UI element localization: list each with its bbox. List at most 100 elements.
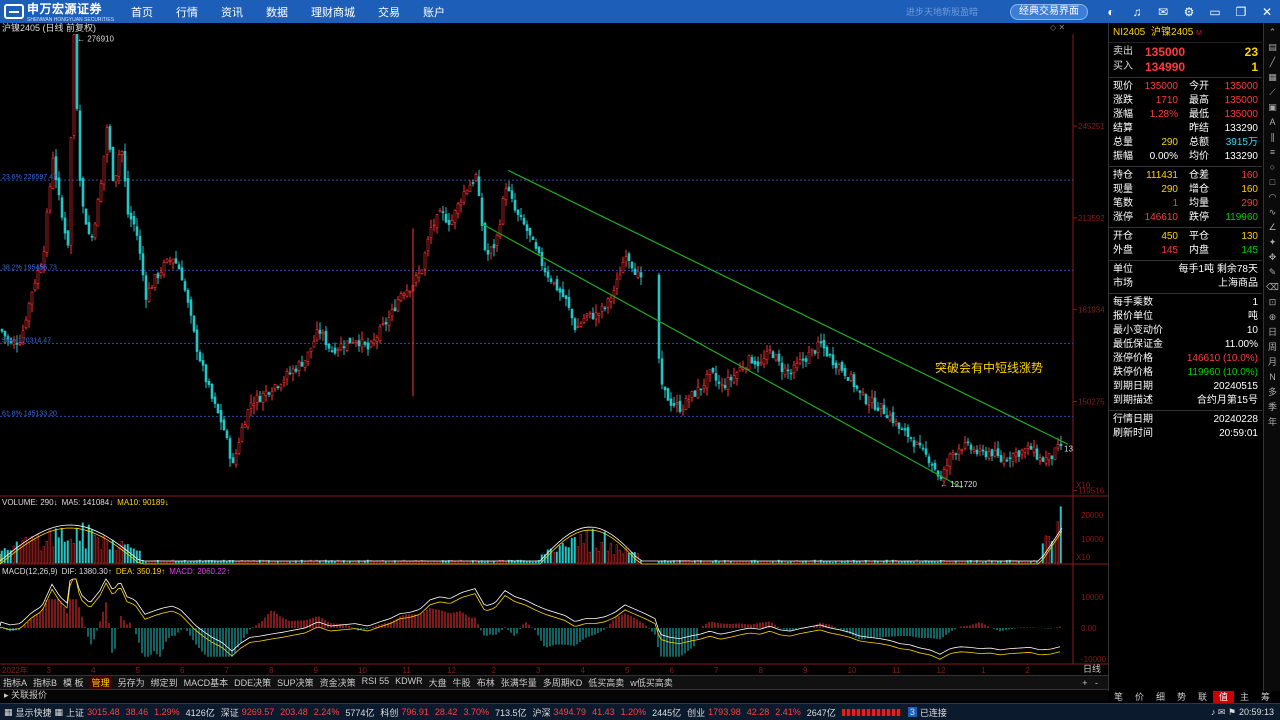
indicator-tab-12[interactable]: 大盘 [429,676,447,689]
indicator-tab-17[interactable]: 低买高卖 [588,676,624,689]
indicator-tab-15[interactable]: 张满华量 [501,676,537,689]
chart-close-icon[interactable]: ✕ [1058,23,1065,32]
indicator-tab-9[interactable]: 资金决策 [320,676,356,689]
right-tab-0[interactable]: 笔 [1108,691,1129,703]
indicator-tab-4[interactable]: 另存为 [118,676,145,689]
right-tab-4[interactable]: 联 [1192,691,1213,703]
tool-grid-icon[interactable]: ▦ [1266,71,1279,83]
x-axis-label-4: 6 [180,666,185,675]
right-tab-5[interactable]: 值 [1213,691,1234,703]
nav-home[interactable]: 首页 [131,4,153,20]
tool-period-multi[interactable]: 多 [1266,386,1279,398]
indicator-tab-8[interactable]: SUP决策 [277,676,314,689]
tool-period-day[interactable]: 日 [1266,326,1279,338]
indicator-tab-2[interactable]: 模 板 [63,676,84,689]
tool-angle-icon[interactable]: ∠ [1266,221,1279,233]
index-cy-name[interactable]: 创业 [687,706,705,719]
tool-lock-icon[interactable]: ⊡ [1266,296,1279,308]
index-sz-name[interactable]: 深证 [221,706,239,719]
tool-fib-icon[interactable]: ≡ [1266,146,1279,158]
tool-box-icon[interactable]: ▣ [1266,101,1279,113]
right-tab-7[interactable]: 筹 [1255,691,1276,703]
tool-wave-icon[interactable]: ∿ [1266,206,1279,218]
classic-trade-button[interactable]: 经典交易界面 [1010,3,1088,20]
indicator-tab-7[interactable]: DDE决策 [234,676,271,689]
tool-delete-icon[interactable]: ⌫ [1266,281,1279,293]
tool-period-month[interactable]: 月 [1266,356,1279,368]
buy-row[interactable]: 买入 134990 1 [1109,60,1262,75]
tool-move-icon[interactable]: ✥ [1266,251,1279,263]
tool-zoom-icon[interactable]: ⊕ [1266,311,1279,323]
tab-add-remove[interactable]: + - [1082,678,1098,688]
index-sh-name[interactable]: 上证 [66,706,84,719]
nav-quotes[interactable]: 行情 [176,4,198,20]
theme-icon[interactable]: ◐ [1104,5,1118,19]
tool-arrow-icon[interactable]: ⌃ [1266,26,1279,38]
right-tab-1[interactable]: 价 [1129,691,1150,703]
status-grid-icon[interactable]: ▦ [4,707,13,718]
sell-row[interactable]: 卖出 135000 23 [1109,45,1262,60]
tool-mark-icon[interactable]: ✦ [1266,236,1279,248]
indicator-tab-3[interactable]: 管理 [89,676,112,689]
right-tab-2[interactable]: 细 [1150,691,1171,703]
price-chart[interactable]: 24525121359218193415027511951623.6% 2265… [0,34,1108,675]
candle-body [378,326,382,341]
tool-period-season[interactable]: 季 [1266,401,1279,413]
indicator-tab-13[interactable]: 牛股 [453,676,471,689]
show-shortcut[interactable]: 显示快捷 [16,706,52,719]
close-icon[interactable]: ✕ [1260,5,1274,19]
indicator-tab-10[interactable]: RSI 55 [362,676,390,689]
volume-bar [489,561,492,564]
status-icons[interactable]: ♪ ✉ ⚑ [1211,707,1236,718]
nav-trade[interactable]: 交易 [378,4,400,20]
tool-trend-icon[interactable]: ⟋ [1266,86,1279,98]
candle-body [165,258,169,263]
volume-bar [558,545,561,564]
index-hs-name[interactable]: 沪深 [533,706,551,719]
indicator-tab-5[interactable]: 绑定到 [151,676,178,689]
indicator-tab-11[interactable]: KDWR [395,676,423,689]
candle-body [780,362,784,373]
tool-line-icon[interactable]: ╱ [1266,56,1279,68]
right-tab-6[interactable]: 主 [1234,691,1255,703]
linked-expand-icon[interactable]: ▸ [4,690,9,700]
nav-data[interactable]: 数据 [266,4,288,20]
quote-row-2-cell-3: 135000 [1224,109,1258,120]
headset-icon[interactable]: ♫ [1130,5,1144,19]
nav-wealth[interactable]: 理财商城 [311,4,355,20]
tool-parallel-icon[interactable]: ∥ [1266,131,1279,143]
tool-chart-icon[interactable]: ▤ [1266,41,1279,53]
nav-account[interactable]: 账户 [423,4,445,20]
volume-bar [978,561,981,564]
indicator-tab-16[interactable]: 多周期KD [543,676,583,689]
indicator-tab-14[interactable]: 布林 [477,676,495,689]
tool-rect-icon[interactable]: □ [1266,176,1279,188]
candle-body [768,349,772,351]
index-kc-name[interactable]: 科创 [380,706,398,719]
restore-icon[interactable]: ❐ [1234,5,1248,19]
tool-arc-icon[interactable]: ◠ [1266,191,1279,203]
indicator-tab-6[interactable]: MACD基本 [184,676,229,689]
linked-quote-bar[interactable]: ▸ 关联报价 [0,689,1108,701]
brand-logo[interactable]: 申万宏源证券 SHENWAN HONGYUAN SECURITIES [0,0,118,23]
status-activity-bar [841,708,902,716]
tool-period-year[interactable]: 年 [1266,416,1279,428]
indicator-tab-0[interactable]: 指标A [3,676,27,689]
connection-status[interactable]: 已连接 [920,706,947,719]
indicator-tab-1[interactable]: 指标B [33,676,57,689]
mail-icon[interactable]: ✉ [1156,5,1170,19]
tool-pencil-icon[interactable]: ✎ [1266,266,1279,278]
tool-text-icon[interactable]: A [1266,116,1279,128]
chart-settings-icon[interactable]: ◇ [1050,23,1056,32]
minimize-icon[interactable]: ▭ [1208,5,1222,19]
nav-news[interactable]: 资讯 [221,4,243,20]
right-tab-3[interactable]: 势 [1171,691,1192,703]
tool-period-week[interactable]: 周 [1266,341,1279,353]
volume-bar [237,561,240,564]
status-time: 20:59:13 [1238,707,1274,717]
tool-period-n[interactable]: N [1266,371,1279,383]
period-label[interactable]: 日线 [1076,664,1108,675]
settings-gear-icon[interactable]: ⚙ [1182,5,1196,19]
tool-circle-icon[interactable]: ○ [1266,161,1279,173]
indicator-tab-18[interactable]: w低买高卖 [630,676,673,689]
